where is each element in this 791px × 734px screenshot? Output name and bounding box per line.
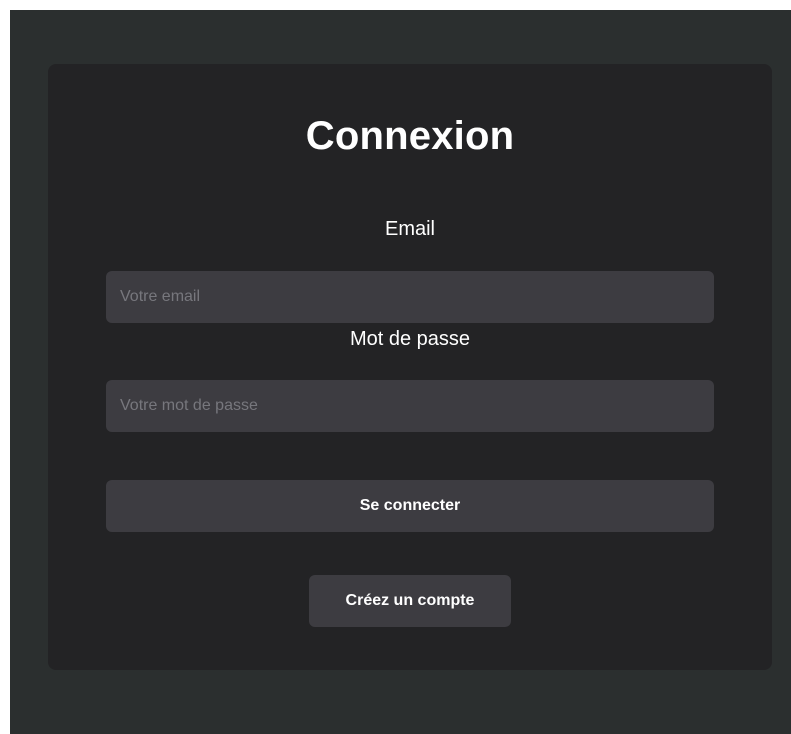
login-button[interactable]: Se connecter bbox=[106, 480, 714, 532]
password-label: Mot de passe bbox=[349, 328, 471, 350]
email-input[interactable] bbox=[106, 271, 714, 323]
login-card: Connexion Email Mot de passe Se connecte… bbox=[48, 64, 772, 670]
page-title: Connexion bbox=[305, 114, 515, 158]
password-input[interactable] bbox=[106, 380, 714, 432]
create-account-button[interactable]: Créez un compte bbox=[309, 575, 511, 627]
app-background: Connexion Email Mot de passe Se connecte… bbox=[10, 10, 791, 734]
email-label: Email bbox=[384, 218, 435, 240]
